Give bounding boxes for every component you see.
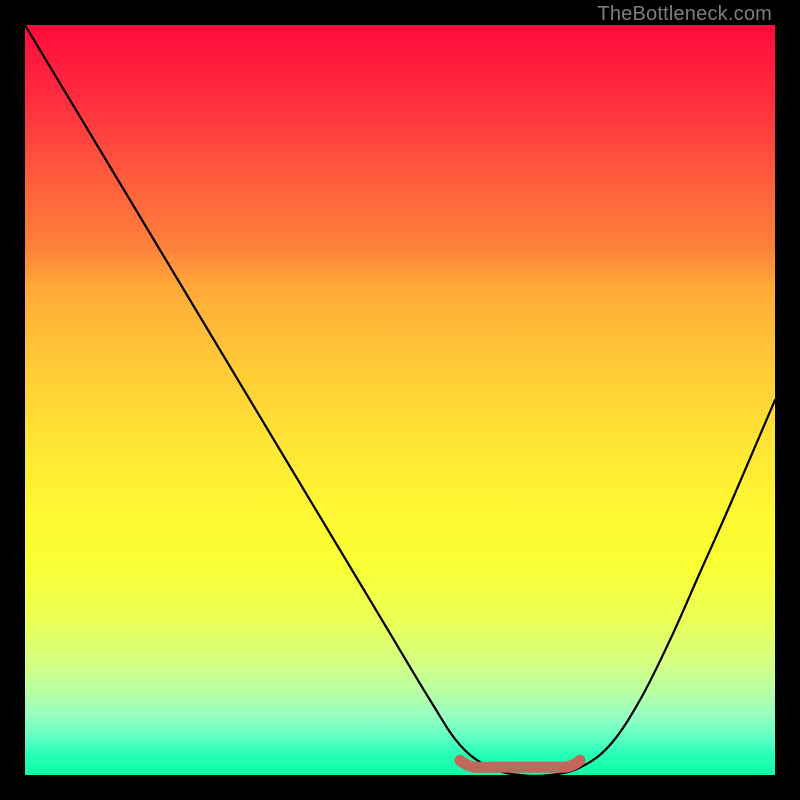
frame-border-right	[775, 0, 800, 800]
frame-border-bottom	[0, 775, 800, 800]
plot-svg	[25, 25, 775, 775]
chart-frame: TheBottleneck.com	[0, 0, 800, 800]
watermark-text: TheBottleneck.com	[597, 3, 772, 26]
frame-border-left	[0, 0, 25, 800]
bottleneck-curve	[25, 25, 775, 776]
